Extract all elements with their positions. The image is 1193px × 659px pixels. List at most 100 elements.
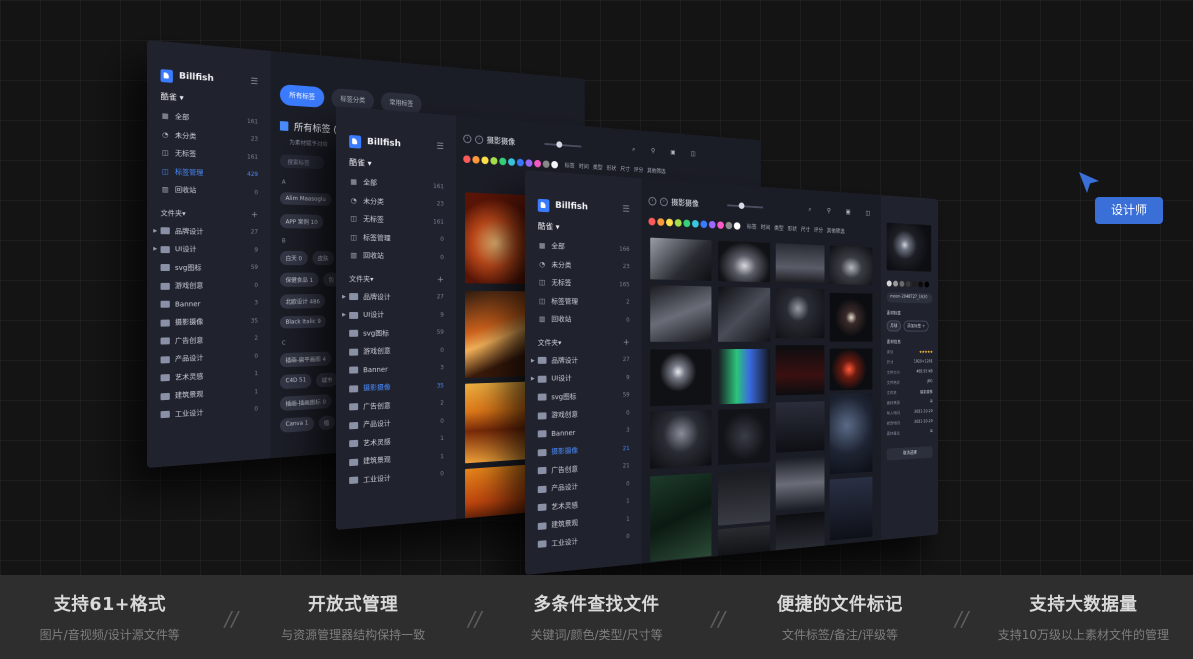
folder-item[interactable]: 游戏创意 0 [147, 277, 270, 296]
thumbnail-image[interactable] [718, 469, 771, 526]
menu-icon[interactable]: ☰ [250, 77, 258, 87]
expand-caret-icon[interactable]: ▶ [531, 376, 537, 382]
tag-chip[interactable]: APP 案例 10 [279, 213, 324, 229]
color-swatch[interactable] [683, 218, 691, 227]
thumbnail-image[interactable] [829, 392, 873, 475]
filter-dropdown[interactable]: 标签 [747, 222, 757, 231]
toolbar-icons[interactable]: ⌕ ⚲ ▣ ◫ [808, 206, 876, 218]
filter-dropdown[interactable]: 类型 [774, 223, 783, 232]
folder-item[interactable]: svg图标 59 [336, 324, 456, 343]
color-swatch[interactable] [516, 158, 524, 167]
tag-search-input[interactable]: 搜索标签 [279, 154, 325, 170]
toolbar-icons[interactable]: ⌕ ⚲ ▣ ◫ [632, 146, 702, 159]
thumbnail-size-slider[interactable] [727, 204, 764, 209]
deselect-button[interactable]: 取消选择 [886, 446, 933, 461]
folder-item[interactable]: Banner 3 [147, 294, 270, 314]
thumbnail-image[interactable] [775, 345, 825, 396]
tag-chip[interactable]: 皮肤 [312, 251, 334, 266]
tag-chip[interactable]: Alim Maasoglu [279, 192, 332, 206]
expand-caret-icon[interactable]: ▶ [342, 294, 348, 300]
tag-chip[interactable]: Black Italic 9 [279, 315, 327, 329]
filter-dropdown[interactable]: 类型 [593, 163, 603, 171]
folder-item[interactable]: ▶ UI设计 9 [147, 240, 270, 259]
filter-dropdown[interactable]: 标签 [565, 161, 575, 170]
thumbnail-image[interactable] [650, 472, 712, 562]
menu-icon[interactable]: ☰ [622, 205, 629, 215]
tag-chip[interactable]: 保健食品 1 [279, 272, 319, 287]
filter-dropdown[interactable]: 其他筛选 [827, 226, 845, 235]
expand-caret-icon[interactable]: ▶ [153, 228, 159, 234]
thumbnail-image[interactable] [718, 408, 771, 466]
color-swatch[interactable] [733, 221, 741, 230]
thumbnail-image[interactable] [718, 240, 771, 283]
color-swatch[interactable] [542, 159, 550, 168]
thumbnail-image[interactable] [650, 349, 712, 407]
folder-item[interactable]: ▶ 品牌设计 27 [336, 288, 456, 307]
menu-icon[interactable]: ☰ [436, 142, 444, 152]
thumbnail-image[interactable] [650, 284, 712, 342]
tag-chip[interactable]: 城市 [316, 372, 338, 388]
thumbnail-image[interactable] [718, 348, 771, 405]
tag-chip[interactable]: C4D 51 [279, 373, 312, 390]
rating-stars[interactable]: ★★★★★ [919, 350, 933, 355]
color-swatch[interactable] [534, 159, 542, 168]
add-folder-icon[interactable]: + [251, 210, 258, 220]
folder-item[interactable]: ▶ 品牌设计 27 [147, 222, 270, 242]
folders-header[interactable]: 文件夹 ▾ + [525, 329, 641, 352]
color-swatch[interactable] [657, 217, 665, 226]
thumbnail-image[interactable] [465, 290, 526, 379]
tag-chip[interactable]: 北欧设计 486 [279, 293, 326, 309]
expand-caret-icon[interactable]: ▶ [153, 246, 159, 252]
color-swatch[interactable] [551, 160, 559, 169]
tab-all-tags[interactable]: 所有标签 [279, 84, 325, 108]
sidebar-item[interactable]: ▥ 回收站 0 [525, 310, 641, 329]
expand-caret-icon[interactable]: ▶ [531, 358, 537, 364]
sidebar-item[interactable]: ◫ 无标签 165 [525, 273, 641, 294]
thumbnail-image[interactable] [465, 381, 526, 464]
color-swatch[interactable] [508, 157, 516, 166]
filter-dropdown[interactable]: 尺寸 [620, 164, 630, 173]
palette-swatch[interactable] [912, 281, 917, 288]
thumbnail-image[interactable] [465, 192, 526, 284]
thumbnail-image[interactable] [718, 524, 771, 557]
forward-icon[interactable]: › [475, 135, 484, 145]
filter-dropdown[interactable]: 其他筛选 [647, 166, 665, 175]
add-tag-button[interactable]: 添加标签 + [903, 320, 929, 332]
color-swatch[interactable] [666, 218, 674, 226]
palette-swatch[interactable] [905, 280, 911, 287]
filter-dropdown[interactable]: 评分 [634, 165, 643, 174]
filter-dropdown[interactable]: 尺寸 [801, 225, 810, 234]
color-swatch[interactable] [700, 219, 708, 228]
color-swatch[interactable] [499, 157, 507, 165]
thumbnail-image[interactable] [775, 511, 825, 552]
palette-swatch[interactable] [918, 281, 924, 288]
filter-dropdown[interactable]: 形状 [788, 224, 797, 233]
palette-swatch[interactable] [886, 280, 892, 287]
folder-item[interactable]: ▶ 品牌设计 27 [525, 351, 641, 370]
forward-icon[interactable]: › [659, 197, 668, 207]
expand-caret-icon[interactable]: ▶ [342, 312, 348, 318]
color-swatch[interactable] [648, 217, 656, 226]
thumbnail-image[interactable] [718, 286, 771, 342]
folder-item[interactable]: ▶ UI设计 9 [336, 306, 456, 325]
color-swatch[interactable] [481, 155, 489, 164]
filter-dropdown[interactable]: 时间 [761, 223, 771, 231]
thumbnail-image[interactable] [775, 401, 825, 453]
add-folder-icon[interactable]: + [623, 338, 630, 348]
color-swatch[interactable] [691, 219, 699, 228]
back-icon[interactable]: ‹ [648, 196, 657, 206]
palette-swatch[interactable] [924, 281, 930, 288]
palette-swatch[interactable] [893, 280, 899, 287]
tag-chip[interactable]: 植 [318, 415, 335, 431]
thumbnail-image[interactable] [829, 292, 873, 342]
thumbnail-size-slider[interactable] [544, 142, 582, 148]
thumbnail-image[interactable] [650, 410, 712, 469]
tag-chip[interactable]: 插画-插画图标 0 [279, 394, 332, 412]
sidebar-item[interactable]: ▥ 回收站 0 [336, 246, 456, 267]
thumbnail-image[interactable] [775, 287, 825, 339]
thumbnail-image[interactable] [829, 245, 873, 286]
folder-item[interactable]: svg图标 59 [147, 259, 270, 278]
tag-chip[interactable]: 月球 [886, 320, 901, 332]
thumbnail-image[interactable] [829, 476, 873, 541]
color-swatch[interactable] [525, 158, 533, 167]
